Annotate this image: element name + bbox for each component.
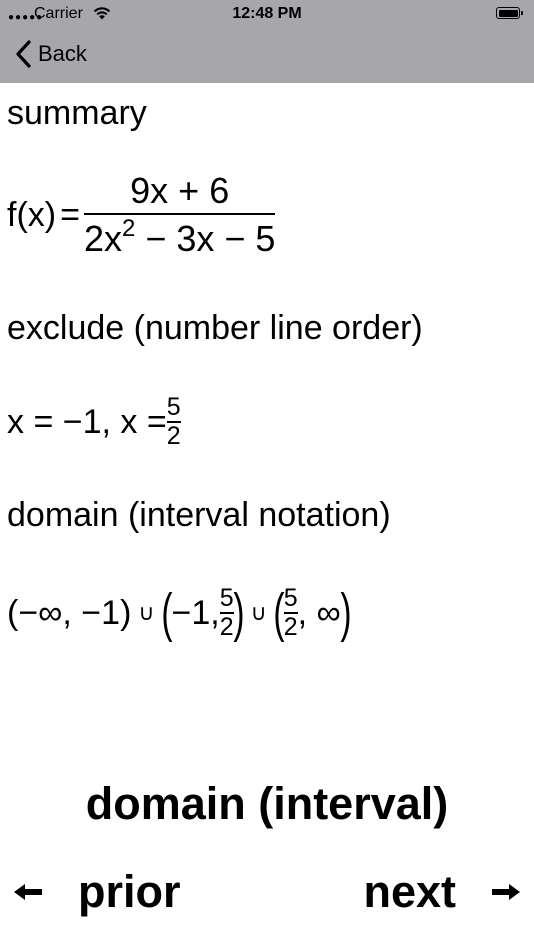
arrow-right-icon xyxy=(492,884,520,900)
function-expression: f(x) = 9x + 6 2x2 − 3x − 5 xyxy=(7,170,276,259)
union-symbol: ∪ xyxy=(250,600,267,625)
function-lhs: f(x) xyxy=(7,196,57,234)
exclude-heading: exclude (number line order) xyxy=(7,309,423,347)
back-button[interactable]: Back xyxy=(14,38,87,70)
status-bar: ●●●●● Carrier 12:48 PM xyxy=(0,0,534,30)
interval-three: , ∞ xyxy=(297,594,341,632)
back-label: Back xyxy=(38,41,87,66)
fraction-numerator: 9x + 6 xyxy=(130,170,230,211)
interval-three-fraction: 5 2 xyxy=(283,584,298,641)
domain-heading: domain (interval notation) xyxy=(7,496,391,534)
excluded-values: x = −1, x = 5 2 xyxy=(7,395,181,449)
interval-two-fraction: 5 2 xyxy=(219,584,234,641)
prior-label: prior xyxy=(78,866,181,917)
chevron-left-icon xyxy=(16,40,31,68)
prior-button[interactable]: prior xyxy=(12,866,181,918)
fraction-denominator: 2x2 − 3x − 5 xyxy=(83,215,276,259)
union-symbol: ∪ xyxy=(138,600,155,625)
rational-fraction: 9x + 6 2x2 − 3x − 5 xyxy=(83,170,276,259)
excluded-values-text: x = −1, x = xyxy=(7,403,167,441)
interval-two: −1, xyxy=(171,594,220,632)
footer-title: domain (interval) xyxy=(85,778,449,829)
clock: 12:48 PM xyxy=(232,5,302,22)
navigation-bar: ●●●●● Carrier 12:48 PM Back xyxy=(0,0,534,83)
next-button[interactable]: next xyxy=(363,866,522,918)
summary-heading: summary xyxy=(7,94,147,132)
domain-interval: (−∞, −1) ∪ ( −1, 5 2 ) ∪ ( 5 2 , ∞ ) xyxy=(7,583,352,643)
next-label: next xyxy=(363,866,456,917)
equals-sign: = xyxy=(60,196,80,234)
battery-icon xyxy=(496,7,523,19)
arrow-left-icon xyxy=(14,884,42,900)
interval-one: (−∞, −1) xyxy=(7,594,132,632)
excluded-fraction: 5 2 xyxy=(166,393,181,450)
